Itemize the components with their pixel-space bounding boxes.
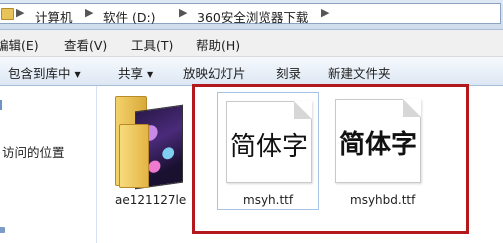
nav-item-icon[interactable] xyxy=(0,227,5,233)
navigation-pane: 访问的位置 xyxy=(0,86,97,243)
command-bar: 包含到库中 ▼ 共享 ▼ 放映幻灯片 刻录 新建文件夹 xyxy=(0,57,503,86)
menu-help[interactable]: 帮助(H) xyxy=(196,35,240,54)
include-in-library-label: 包含到库中 xyxy=(8,66,71,81)
breadcrumb-folder[interactable]: 360安全浏览器下载 xyxy=(197,7,308,26)
breadcrumb-drive[interactable]: 软件 (D:) xyxy=(103,7,156,26)
menu-tools[interactable]: 工具(T) xyxy=(131,35,173,54)
chevron-down-icon: ▼ xyxy=(74,70,81,79)
breadcrumb-separator-icon[interactable]: ▶ xyxy=(321,6,329,19)
menu-view[interactable]: 查看(V) xyxy=(64,35,107,54)
breadcrumb-computer[interactable]: 计算机 xyxy=(35,7,73,26)
menu-edit[interactable]: 编辑(E) xyxy=(0,35,39,54)
folder-icon xyxy=(1,8,14,20)
breadcrumb-separator-icon[interactable]: ▶ xyxy=(85,6,93,19)
folder-item[interactable] xyxy=(113,94,183,190)
nav-item-icon[interactable] xyxy=(0,100,2,110)
breadcrumb-separator-icon[interactable]: ▶ xyxy=(16,6,24,19)
highlight-box xyxy=(192,84,469,234)
share-button[interactable]: 共享 ▼ xyxy=(118,63,153,82)
breadcrumb-separator-icon[interactable]: ▶ xyxy=(179,6,187,19)
include-in-library-button[interactable]: 包含到库中 ▼ xyxy=(8,63,81,82)
burn-button[interactable]: 刻录 xyxy=(276,63,301,82)
new-folder-button[interactable]: 新建文件夹 xyxy=(328,63,391,82)
address-box[interactable]: ▶ 计算机 ▶ 软件 (D:) ▶ 360安全浏览器下载 ▶ xyxy=(0,3,501,26)
slideshow-button[interactable]: 放映幻灯片 xyxy=(183,63,246,82)
folder-name[interactable]: ae121127le xyxy=(115,193,186,207)
nav-item-recent-places[interactable]: 访问的位置 xyxy=(2,142,65,161)
share-label: 共享 xyxy=(118,66,144,81)
chevron-down-icon: ▼ xyxy=(147,70,154,79)
folder-front xyxy=(119,124,149,188)
address-bar: ▶ 计算机 ▶ 软件 (D:) ▶ 360安全浏览器下载 ▶ xyxy=(0,0,503,30)
menu-bar: 编辑(E) 查看(V) 工具(T) 帮助(H) xyxy=(0,30,503,57)
